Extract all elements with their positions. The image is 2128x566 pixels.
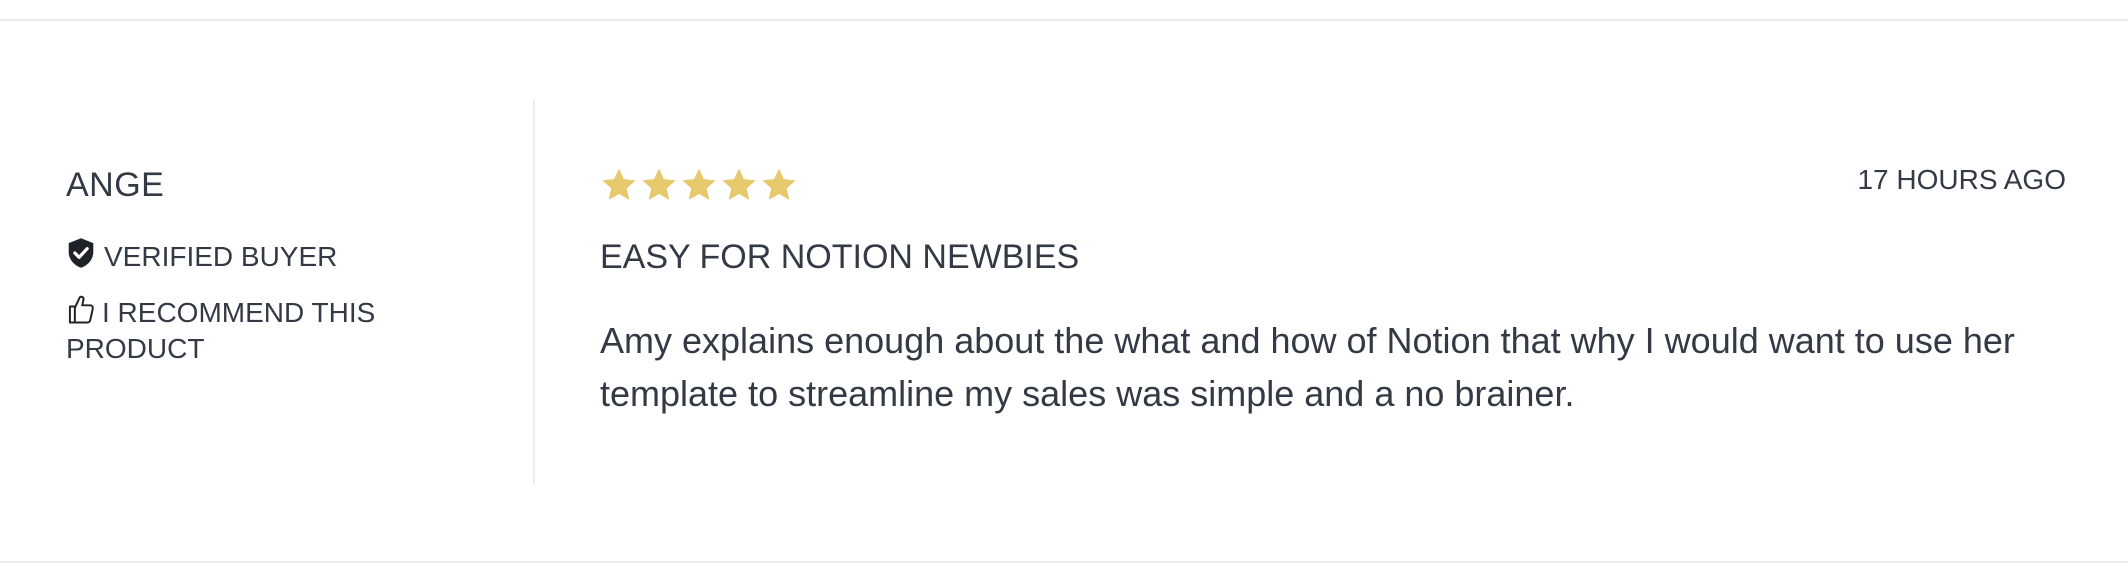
- review-title: EASY FOR NOTION NEWBIES: [600, 238, 1080, 276]
- shield-check-icon: [66, 237, 96, 276]
- star-icon: [720, 166, 758, 204]
- thumbs-up-icon: [66, 295, 102, 328]
- bottom-divider: [0, 561, 2128, 563]
- author-name: ANGE: [66, 166, 165, 204]
- verified-buyer-label: VERIFIED BUYER: [104, 240, 338, 272]
- star-icon: [760, 166, 798, 204]
- review-page: ANGE VERIFIED BUYER I RECOMMEND THIS PRO…: [0, 0, 2128, 566]
- recommend-badge: I RECOMMEND THIS PRODUCT: [66, 293, 426, 367]
- star-rating: [600, 166, 798, 204]
- verified-buyer-badge: VERIFIED BUYER: [66, 237, 337, 276]
- star-icon: [640, 166, 678, 204]
- review-card: ANGE VERIFIED BUYER I RECOMMEND THIS PRO…: [0, 100, 2128, 484]
- vertical-divider: [533, 100, 535, 484]
- star-icon: [680, 166, 718, 204]
- review-author-panel: ANGE VERIFIED BUYER I RECOMMEND THIS PRO…: [66, 100, 466, 484]
- star-icon: [600, 166, 638, 204]
- recommend-label: I RECOMMEND THIS PRODUCT: [66, 297, 376, 364]
- top-divider: [0, 19, 2128, 21]
- review-timestamp: 17 HOURS AGO: [1857, 164, 2066, 195]
- review-body: Amy explains enough about the what and h…: [600, 320, 2015, 414]
- review-content: 17 HOURS AGO EASY FOR NOTION NEWBIES Amy…: [600, 100, 2066, 484]
